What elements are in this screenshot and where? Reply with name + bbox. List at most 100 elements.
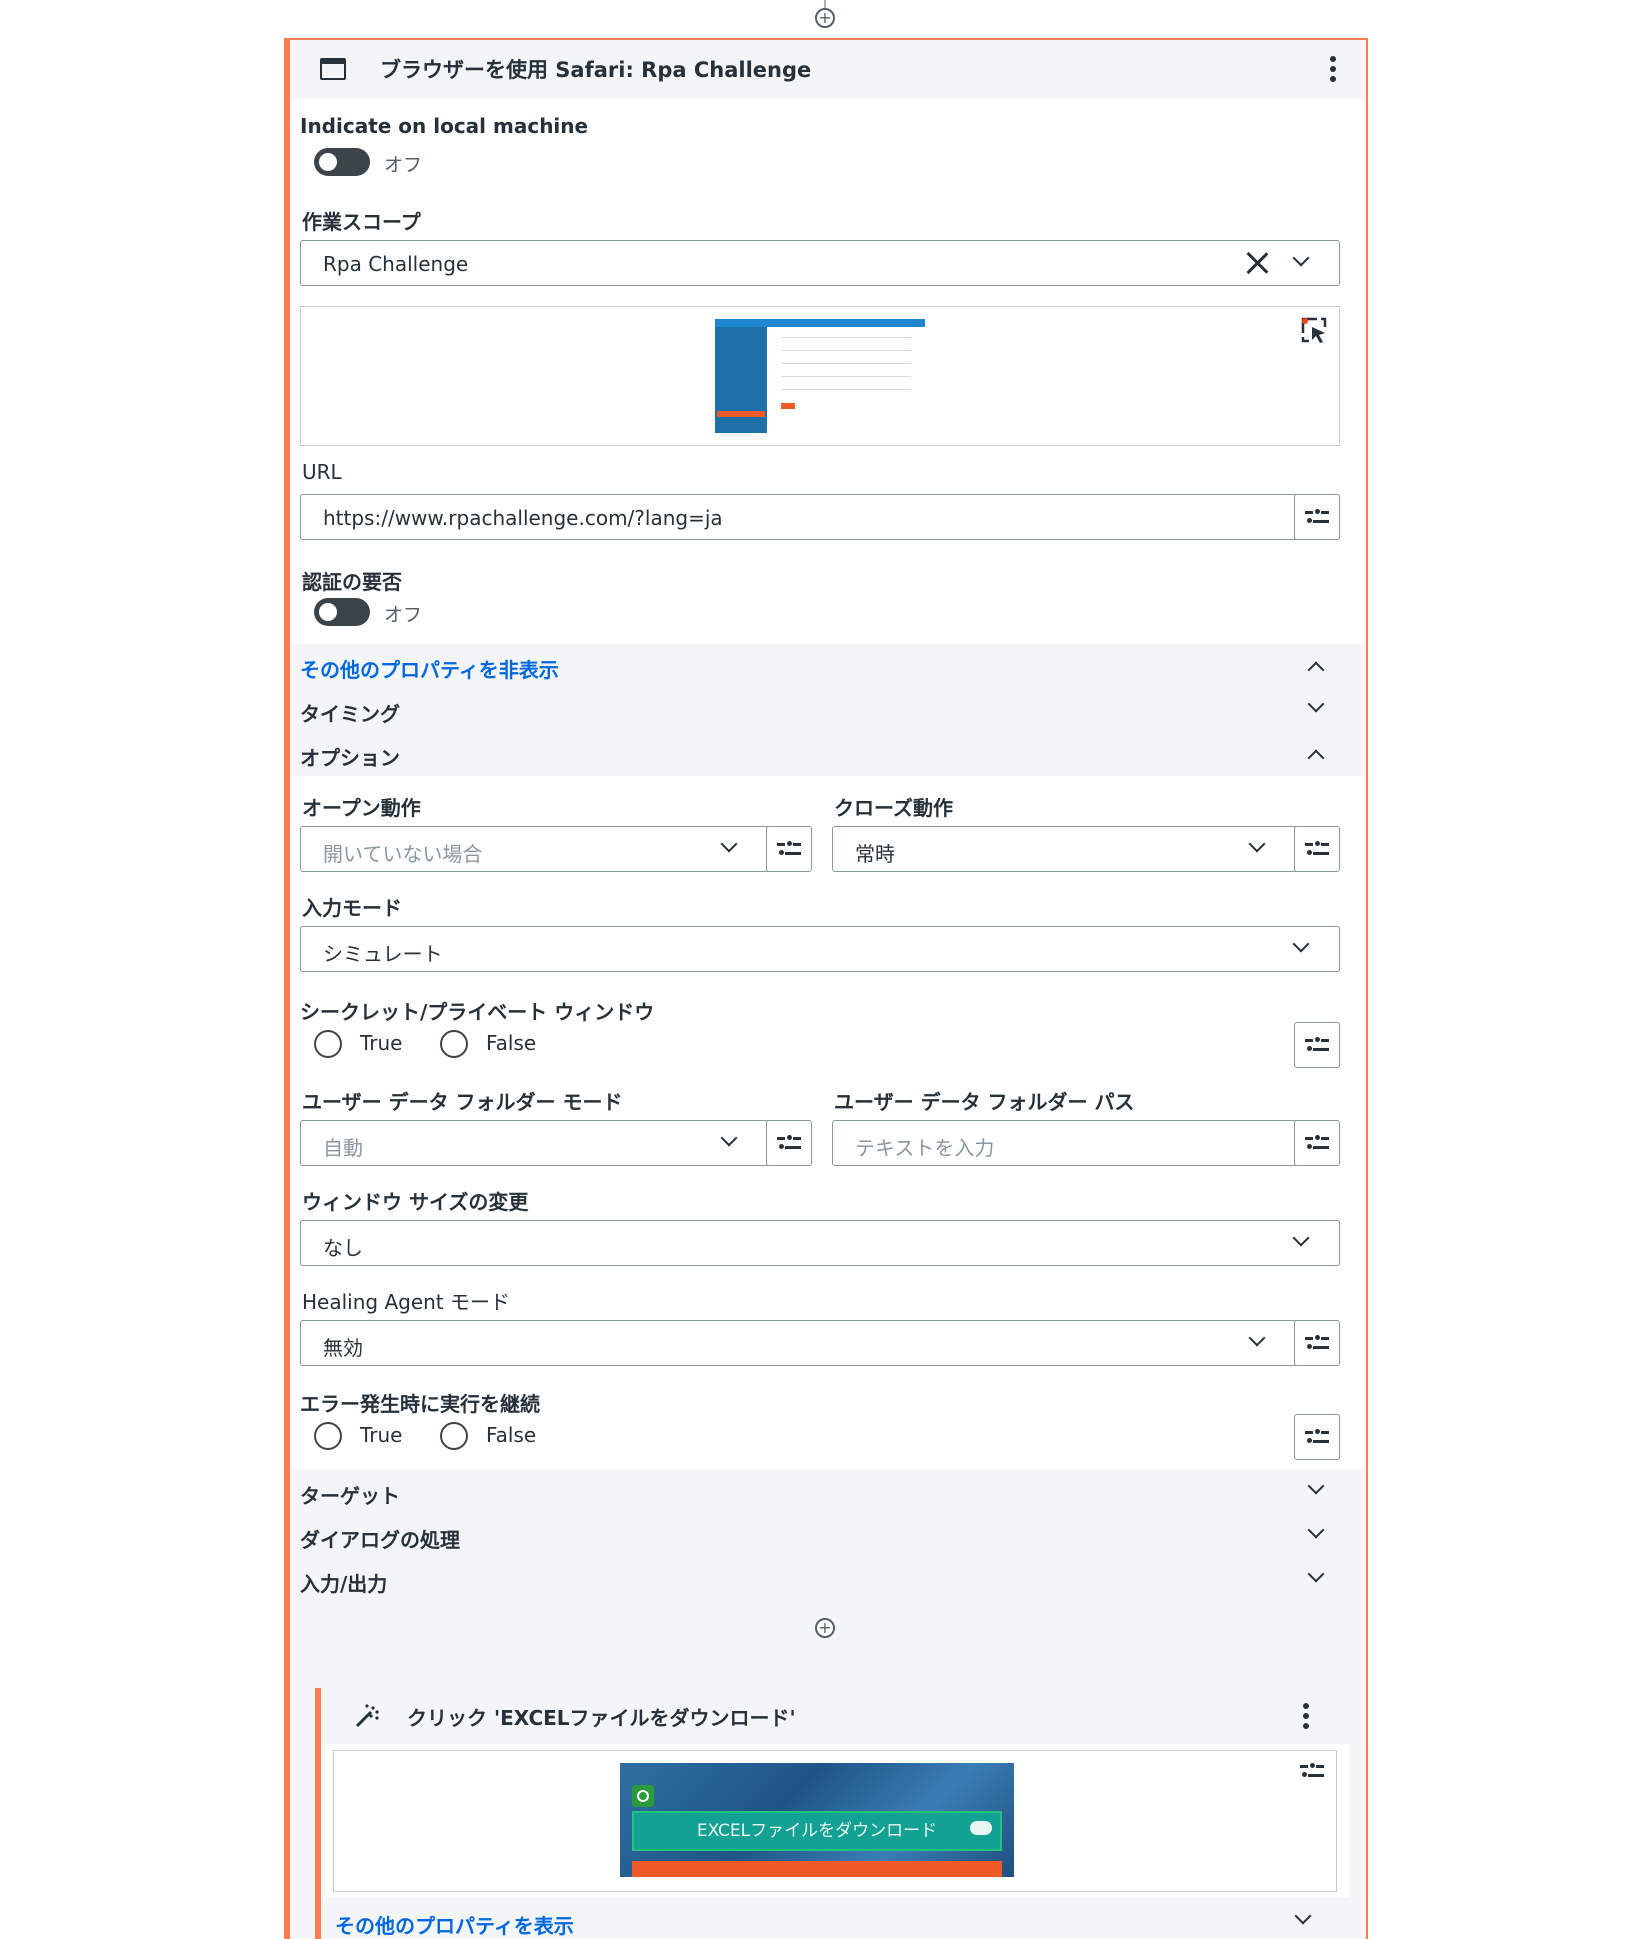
chevron-down-icon[interactable] (1292, 249, 1310, 267)
hide-more-properties[interactable]: その他のプロパティを非表示 (290, 644, 1366, 688)
activity-header[interactable]: ブラウザーを使用 Safari: Rpa Challenge (290, 40, 1366, 98)
scope-select[interactable]: Rpa Challenge (300, 240, 1340, 286)
add-activity-icon[interactable]: + (815, 8, 835, 28)
chevron-down-icon (1294, 1907, 1312, 1925)
open-behavior-options-button[interactable] (766, 826, 812, 872)
target-anchor-icon (632, 1785, 654, 1807)
chevron-up-icon (1307, 661, 1325, 679)
indicate-label: Indicate on local machine (300, 114, 589, 138)
property-options-icon (1305, 509, 1329, 525)
activity-title: ブラウザーを使用 Safari: Rpa Challenge (380, 58, 812, 82)
section-options-label: オプション (300, 746, 400, 770)
property-options-icon (1305, 1135, 1329, 1151)
browser-preview (300, 306, 1340, 446)
indicate-target-icon[interactable] (1299, 315, 1329, 345)
private-window-label: シークレット/プライベート ウィンドウ (300, 1000, 655, 1024)
property-options-icon (1305, 1037, 1329, 1053)
excel-download-button-image: EXCELファイルをダウンロード (632, 1811, 1002, 1851)
open-behavior-label: オープン動作 (302, 796, 421, 820)
open-behavior-select[interactable]: 開いていない場合 (300, 826, 768, 872)
section-io-label: 入力/出力 (300, 1572, 388, 1596)
section-target[interactable]: ターゲット (290, 1470, 1366, 1514)
magic-wand-icon (355, 1704, 379, 1728)
property-options-icon (777, 1135, 801, 1151)
url-label: URL (302, 460, 342, 484)
cloud-download-icon (970, 1821, 992, 1835)
private-true-radio[interactable] (314, 1030, 342, 1058)
click-activity-header[interactable]: クリック 'EXCELファイルをダウンロード' (321, 1688, 1349, 1744)
show-more-label: その他のプロパティを表示 (335, 1914, 574, 1938)
kebab-menu-icon[interactable] (1303, 1703, 1309, 1729)
auth-toggle-label: オフ (384, 604, 423, 626)
section-timing[interactable]: タイミング (290, 688, 1366, 732)
healing-agent-select[interactable]: 無効 (300, 1320, 1296, 1366)
property-options-icon[interactable] (1300, 1763, 1324, 1779)
continue-true-radio[interactable] (314, 1422, 342, 1450)
chevron-down-icon (1307, 1521, 1325, 1539)
user-folder-mode-label: ユーザー データ フォルダー モード (302, 1090, 623, 1114)
chevron-down-icon (720, 1129, 738, 1147)
healing-agent-value: 無効 (323, 1336, 363, 1360)
use-browser-activity-card[interactable]: ブラウザーを使用 Safari: Rpa Challenge Indicate … (284, 38, 1368, 1939)
continue-on-error-label: エラー発生時に実行を継続 (300, 1392, 540, 1416)
close-icon[interactable] (1245, 251, 1269, 275)
continue-on-error-options-button[interactable] (1294, 1414, 1340, 1460)
kebab-menu-icon[interactable] (1330, 56, 1336, 82)
url-input[interactable]: https://www.rpachallenge.com/?lang=ja (300, 494, 1296, 540)
healing-agent-options-button[interactable] (1294, 1320, 1340, 1366)
section-timing-label: タイミング (300, 702, 400, 726)
url-value: https://www.rpachallenge.com/?lang=ja (323, 506, 723, 530)
user-folder-path-input[interactable]: テキストを入力 (832, 1120, 1296, 1166)
connector-line (824, 0, 826, 8)
click-activity-card[interactable]: クリック 'EXCELファイルをダウンロード' EXCELファイルをダウンロード… (315, 1688, 1349, 1939)
auth-label: 認証の要否 (302, 570, 402, 594)
input-mode-label: 入力モード (302, 896, 402, 920)
chevron-down-icon (720, 835, 738, 853)
section-dialog[interactable]: ダイアログの処理 (290, 1514, 1366, 1558)
chevron-down-icon (1248, 835, 1266, 853)
property-options-icon (1305, 1335, 1329, 1351)
add-activity-icon[interactable]: + (815, 1618, 835, 1638)
close-behavior-select[interactable]: 常時 (832, 826, 1296, 872)
user-folder-mode-options-button[interactable] (766, 1120, 812, 1166)
private-true-label: True (360, 1031, 403, 1055)
user-folder-mode-placeholder: 自動 (323, 1136, 363, 1160)
input-mode-value: シミュレート (323, 942, 443, 966)
chevron-up-icon (1307, 749, 1325, 767)
continue-true-label: True (360, 1423, 403, 1447)
window-resize-select[interactable]: なし (300, 1220, 1340, 1266)
user-folder-path-options-button[interactable] (1294, 1120, 1340, 1166)
hide-more-label: その他のプロパティを非表示 (300, 658, 559, 682)
indicate-toggle-label: オフ (384, 154, 423, 176)
healing-agent-label: Healing Agent モード (302, 1290, 510, 1314)
url-options-button[interactable] (1294, 494, 1340, 540)
input-mode-select[interactable]: シミュレート (300, 926, 1340, 972)
page-screenshot (715, 319, 925, 433)
auth-toggle[interactable] (314, 598, 370, 626)
scope-label: 作業スコープ (302, 210, 421, 234)
private-false-radio[interactable] (440, 1030, 468, 1058)
continue-false-radio[interactable] (440, 1422, 468, 1450)
window-resize-value: なし (323, 1236, 363, 1260)
section-dialog-label: ダイアログの処理 (300, 1528, 460, 1552)
user-folder-path-label: ユーザー データ フォルダー パス (834, 1090, 1135, 1114)
section-target-label: ターゲット (300, 1484, 400, 1508)
show-more-properties[interactable]: その他のプロパティを表示 (321, 1898, 1349, 1939)
section-options[interactable]: オプション (290, 732, 1366, 776)
section-io[interactable]: 入力/出力 (290, 1558, 1366, 1602)
close-behavior-options-button[interactable] (1294, 826, 1340, 872)
chevron-down-icon (1248, 1329, 1266, 1347)
chevron-down-icon (1292, 1229, 1310, 1247)
browser-window-icon (320, 58, 346, 80)
indicate-toggle[interactable] (314, 148, 370, 176)
chevron-down-icon (1307, 1565, 1325, 1583)
open-behavior-placeholder: 開いていない場合 (323, 842, 483, 866)
private-window-options-button[interactable] (1294, 1022, 1340, 1068)
property-options-icon (1305, 1429, 1329, 1445)
property-options-icon (777, 841, 801, 857)
click-activity-title: クリック 'EXCELファイルをダウンロード' (407, 1706, 796, 1730)
chevron-down-icon (1307, 695, 1325, 713)
chevron-down-icon (1292, 935, 1310, 953)
user-folder-mode-select[interactable]: 自動 (300, 1120, 768, 1166)
property-options-icon (1305, 841, 1329, 857)
